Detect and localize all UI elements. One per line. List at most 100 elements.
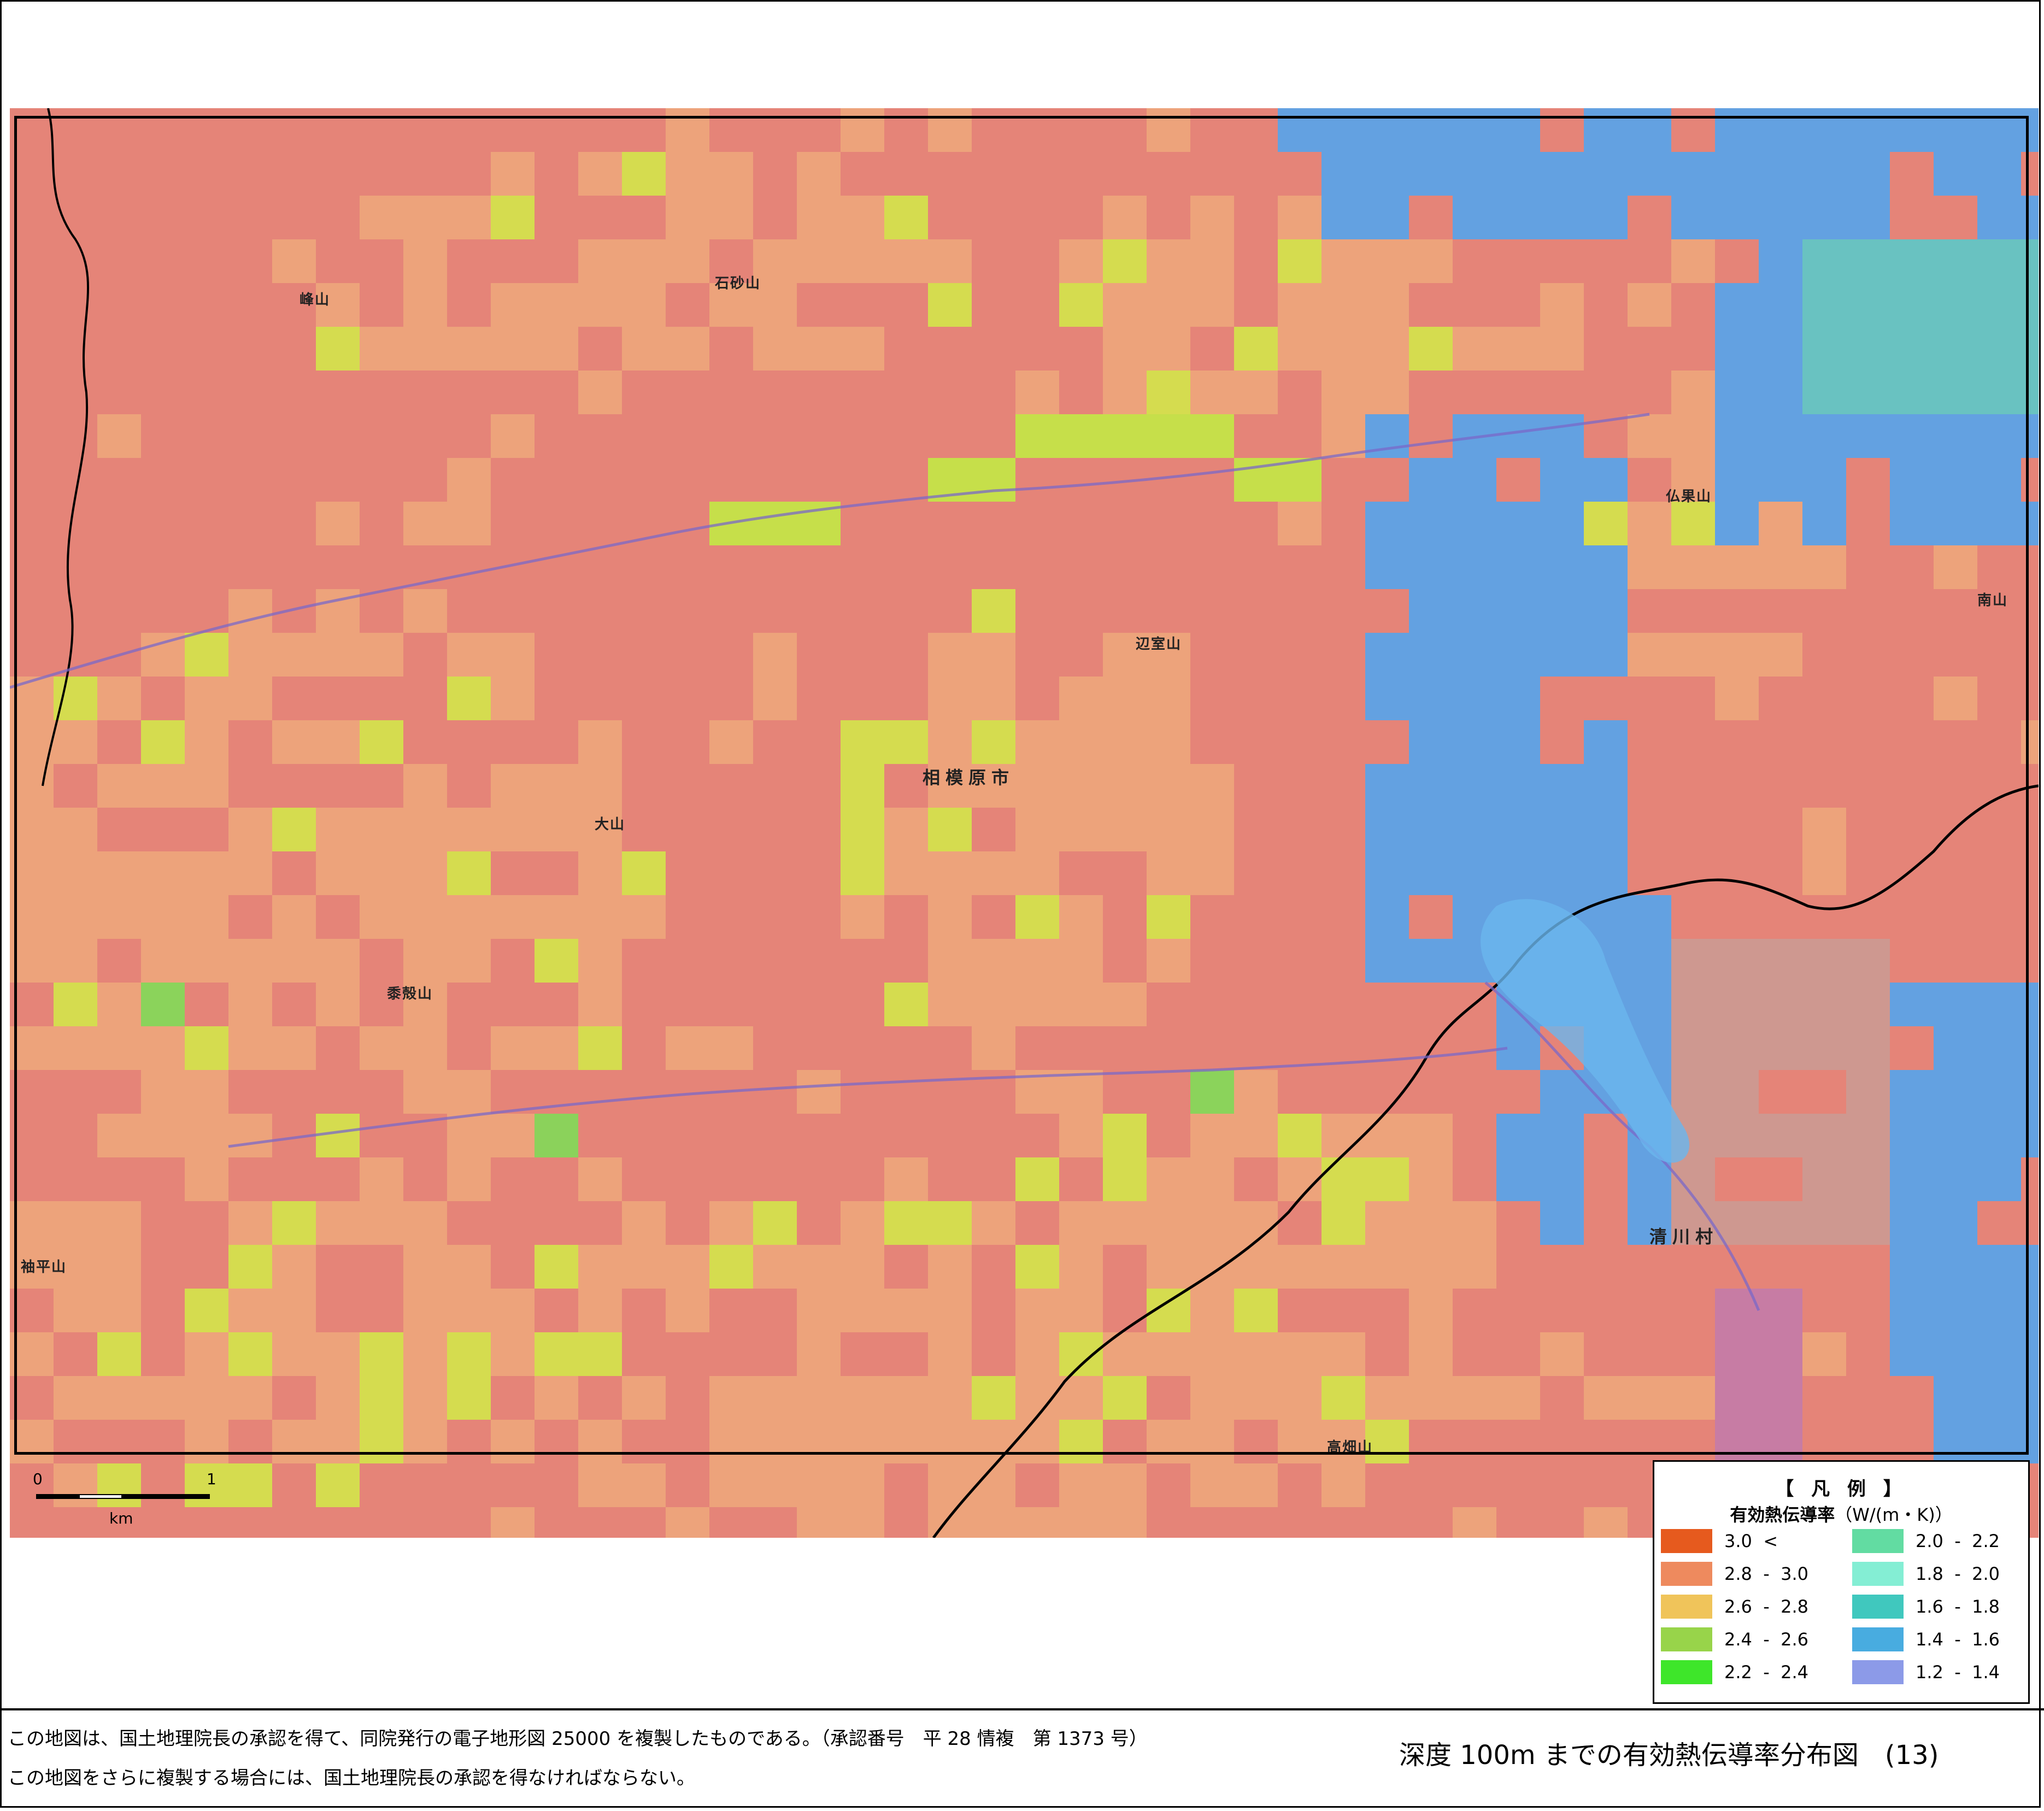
map-cell-yellow <box>228 1463 272 1507</box>
map-cell-orange <box>1365 1376 1409 1420</box>
map-cell-orange <box>491 414 535 458</box>
map-cell-orange <box>1190 851 1234 895</box>
map-cell-blue <box>1934 1420 1977 1463</box>
map-cell-blue <box>1584 196 1628 239</box>
map-cell-orange <box>709 720 753 764</box>
place-label-sodehirayama: 袖平山 <box>21 1259 67 1275</box>
map-cell-orange <box>447 895 491 939</box>
map-cell-blue <box>1802 152 1846 196</box>
map-cell-orange <box>1234 1376 1278 1420</box>
map-cell-pinkbrown <box>1802 939 1846 983</box>
map-cell-blue <box>1977 1376 2021 1420</box>
map-cell-yellow <box>228 1332 272 1376</box>
map-cell-orange <box>10 720 54 764</box>
map-cell-yellow <box>841 808 884 851</box>
map-cell-orange <box>141 939 185 983</box>
map-cell-orange <box>97 764 141 808</box>
map-cell-orange <box>928 895 972 939</box>
map-cell-orange <box>97 983 141 1026</box>
map-cell-orange <box>403 808 447 851</box>
map-cell-yellow <box>97 1332 141 1376</box>
map-cell-orange <box>1147 939 1190 983</box>
map-cell-orange <box>491 808 535 851</box>
map-cell-yellow <box>709 1245 753 1289</box>
map-cell-orange <box>622 283 666 327</box>
map-cell-blue <box>2021 983 2039 1026</box>
map-cell-blue <box>1409 764 1453 808</box>
map-cell-orange <box>1147 1157 1190 1201</box>
map-cell-pinkbrown <box>1671 983 1715 1026</box>
legend-swatch <box>1852 1627 1904 1651</box>
map-cell-yellow <box>1409 327 1453 371</box>
map-cell-orange <box>447 1157 491 1201</box>
map-cell-orange <box>797 1507 841 1538</box>
scale-end-label: 1 <box>207 1470 216 1488</box>
map-cell-blue <box>1365 677 1409 720</box>
map-cell-orange <box>1190 1376 1234 1420</box>
map-cell-orange <box>1453 1245 1496 1289</box>
map-cell-orange <box>1365 1245 1409 1289</box>
map-cell-yellow <box>972 458 1015 502</box>
map-cell-orange <box>797 1376 841 1420</box>
map-cell-blue <box>1365 152 1409 196</box>
map-cell-orange <box>753 1420 797 1463</box>
map-cell-blue <box>1278 108 1321 152</box>
map-cell-orange <box>447 808 491 851</box>
map-cell-yellow <box>1584 502 1628 545</box>
map-cell-yellow <box>1015 895 1059 939</box>
map-cell-orange <box>1190 239 1234 283</box>
place-label-mineyama: 峰山 <box>299 292 331 308</box>
map-cell-green <box>1190 1070 1234 1114</box>
map-cell-teal <box>2021 327 2039 371</box>
map-cell-pinkbrown <box>1759 983 1802 1026</box>
map-cell-orange <box>54 1201 97 1245</box>
legend-label: 2.4 - 2.6 <box>1724 1629 1809 1650</box>
map-cell-blue <box>1890 1201 1934 1245</box>
map-cell-orange <box>666 1245 709 1289</box>
place-label-sagamihara: 相模原市 <box>923 767 1015 788</box>
map-cell-teal <box>2021 239 2039 283</box>
map-cell-pinkbrown <box>1802 1114 1846 1157</box>
map-cell-orange <box>1540 283 1584 327</box>
map-cell-orange <box>1015 1332 1059 1376</box>
map-cell-orange <box>403 1026 447 1070</box>
map-cell-orange <box>1234 1332 1278 1376</box>
map-cell-orange <box>709 1420 753 1463</box>
map-cell-orange <box>1321 1332 1365 1376</box>
map-cell-orange <box>535 327 578 371</box>
map-cell-orange <box>622 1201 666 1245</box>
map-cell-orange <box>841 196 884 239</box>
map-cell-orange <box>1015 851 1059 895</box>
map-cell-blue <box>1496 808 1540 851</box>
map-cell-orange <box>797 1332 841 1376</box>
map-cell-blue <box>1759 108 1802 152</box>
map-cell-yellow <box>272 1201 316 1245</box>
map-cell-orange <box>185 895 228 939</box>
legend-label: 1.8 - 2.0 <box>1916 1563 2000 1584</box>
map-cell-blue <box>1540 196 1584 239</box>
map-cell-blue <box>1409 939 1453 983</box>
map-cell-blue <box>1409 502 1453 545</box>
legend-label: 3.0 < <box>1724 1531 1778 1551</box>
map-cell-orange <box>185 1420 228 1463</box>
map-cell-yellow <box>884 720 928 764</box>
map-cell-blue <box>1977 983 2021 1026</box>
map-cell-orange <box>228 939 272 983</box>
map-cell-blue <box>1496 196 1540 239</box>
map-cell-orange <box>141 895 185 939</box>
map-cell-orange <box>535 1376 578 1420</box>
map-cell-pinkbrown <box>1715 983 1759 1026</box>
map-cell-blue <box>1890 1114 1934 1157</box>
map-cell-blue <box>1409 458 1453 502</box>
map-cell-yellow <box>316 327 360 371</box>
map-cell-orange <box>1015 808 1059 851</box>
map-cell-orange <box>753 633 797 677</box>
map-cell-blue <box>1934 414 1977 458</box>
map-cell-orange <box>578 764 622 808</box>
map-cell-orange <box>972 633 1015 677</box>
legend-item: 3.0 < <box>1661 1527 1836 1555</box>
map-cell-orange <box>1190 808 1234 851</box>
map-cell-blue <box>1934 1114 1977 1157</box>
map-cell-orange <box>185 1332 228 1376</box>
map-cell-blue <box>1496 108 1540 152</box>
